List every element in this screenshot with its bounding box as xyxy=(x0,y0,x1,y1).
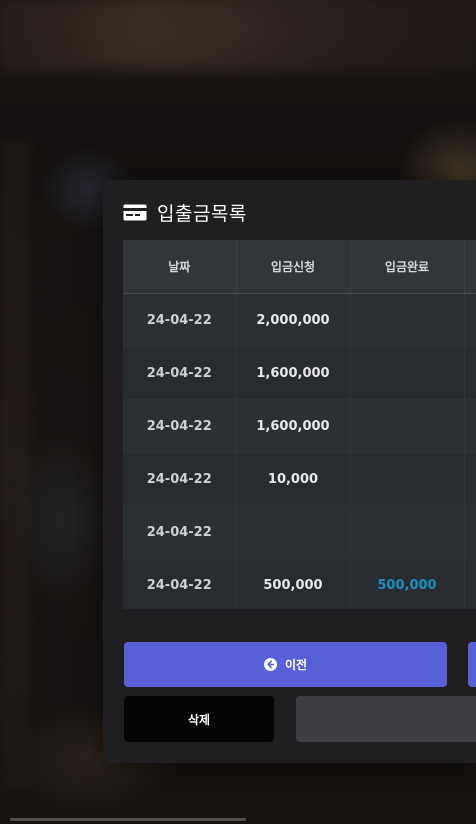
cell-overflow xyxy=(464,505,476,559)
cell-completed: 500,000 xyxy=(350,558,465,609)
cell-overflow xyxy=(464,558,476,609)
table-row[interactable]: 24-04-22 2,000,000 xyxy=(123,293,476,347)
cell-completed xyxy=(350,505,465,559)
cell-completed xyxy=(350,346,465,400)
cell-requested: 1,600,000 xyxy=(236,399,351,453)
prev-button-label: 이전 xyxy=(284,658,308,672)
table-row[interactable]: 24-04-22 500,000 500,000 xyxy=(123,558,476,609)
transaction-list-modal: 입출금목록 날짜 입금신청 입금완료 24-04-22 2,000,000 24… xyxy=(103,180,476,763)
table-row[interactable]: 24-04-22 xyxy=(123,505,476,559)
cell-completed xyxy=(350,293,465,347)
modal-title: 입출금목록 xyxy=(157,202,247,225)
header-overflow xyxy=(464,240,476,294)
cell-requested: 10,000 xyxy=(236,452,351,506)
cell-overflow xyxy=(464,346,476,400)
table-row[interactable]: 24-04-22 1,600,000 xyxy=(123,346,476,400)
table-row[interactable]: 24-04-22 10,000 xyxy=(123,452,476,506)
cell-requested: 500,000 xyxy=(236,558,351,609)
cell-date: 24-04-22 xyxy=(123,293,237,347)
transaction-table: 날짜 입금신청 입금완료 24-04-22 2,000,000 24-04-22… xyxy=(123,240,476,609)
cell-completed xyxy=(350,452,465,506)
modal-header: 입출금목록 xyxy=(123,198,247,226)
header-requested: 입금신청 xyxy=(236,240,351,294)
cell-requested: 2,000,000 xyxy=(236,293,351,347)
cell-requested: 1,600,000 xyxy=(236,346,351,400)
secondary-button[interactable] xyxy=(296,696,476,742)
cell-requested xyxy=(236,505,351,559)
prev-button[interactable]: 이전 xyxy=(124,642,447,687)
next-button[interactable] xyxy=(468,642,476,687)
delete-button[interactable]: 삭제 xyxy=(124,696,274,742)
cell-date: 24-04-22 xyxy=(123,452,237,506)
cell-date: 24-04-22 xyxy=(123,558,237,609)
card-icon xyxy=(123,204,147,221)
table-row[interactable]: 24-04-22 1,600,000 xyxy=(123,399,476,453)
cell-date: 24-04-22 xyxy=(123,346,237,400)
cell-completed xyxy=(350,399,465,453)
table-header-row: 날짜 입금신청 입금완료 xyxy=(123,240,476,294)
header-completed: 입금완료 xyxy=(350,240,465,294)
home-indicator xyxy=(10,818,246,821)
cell-date: 24-04-22 xyxy=(123,505,237,559)
cell-overflow xyxy=(464,452,476,506)
arrow-left-circle-icon xyxy=(263,658,277,671)
header-date: 날짜 xyxy=(123,240,237,294)
cell-date: 24-04-22 xyxy=(123,399,237,453)
cell-overflow xyxy=(464,399,476,453)
cell-overflow xyxy=(464,293,476,347)
